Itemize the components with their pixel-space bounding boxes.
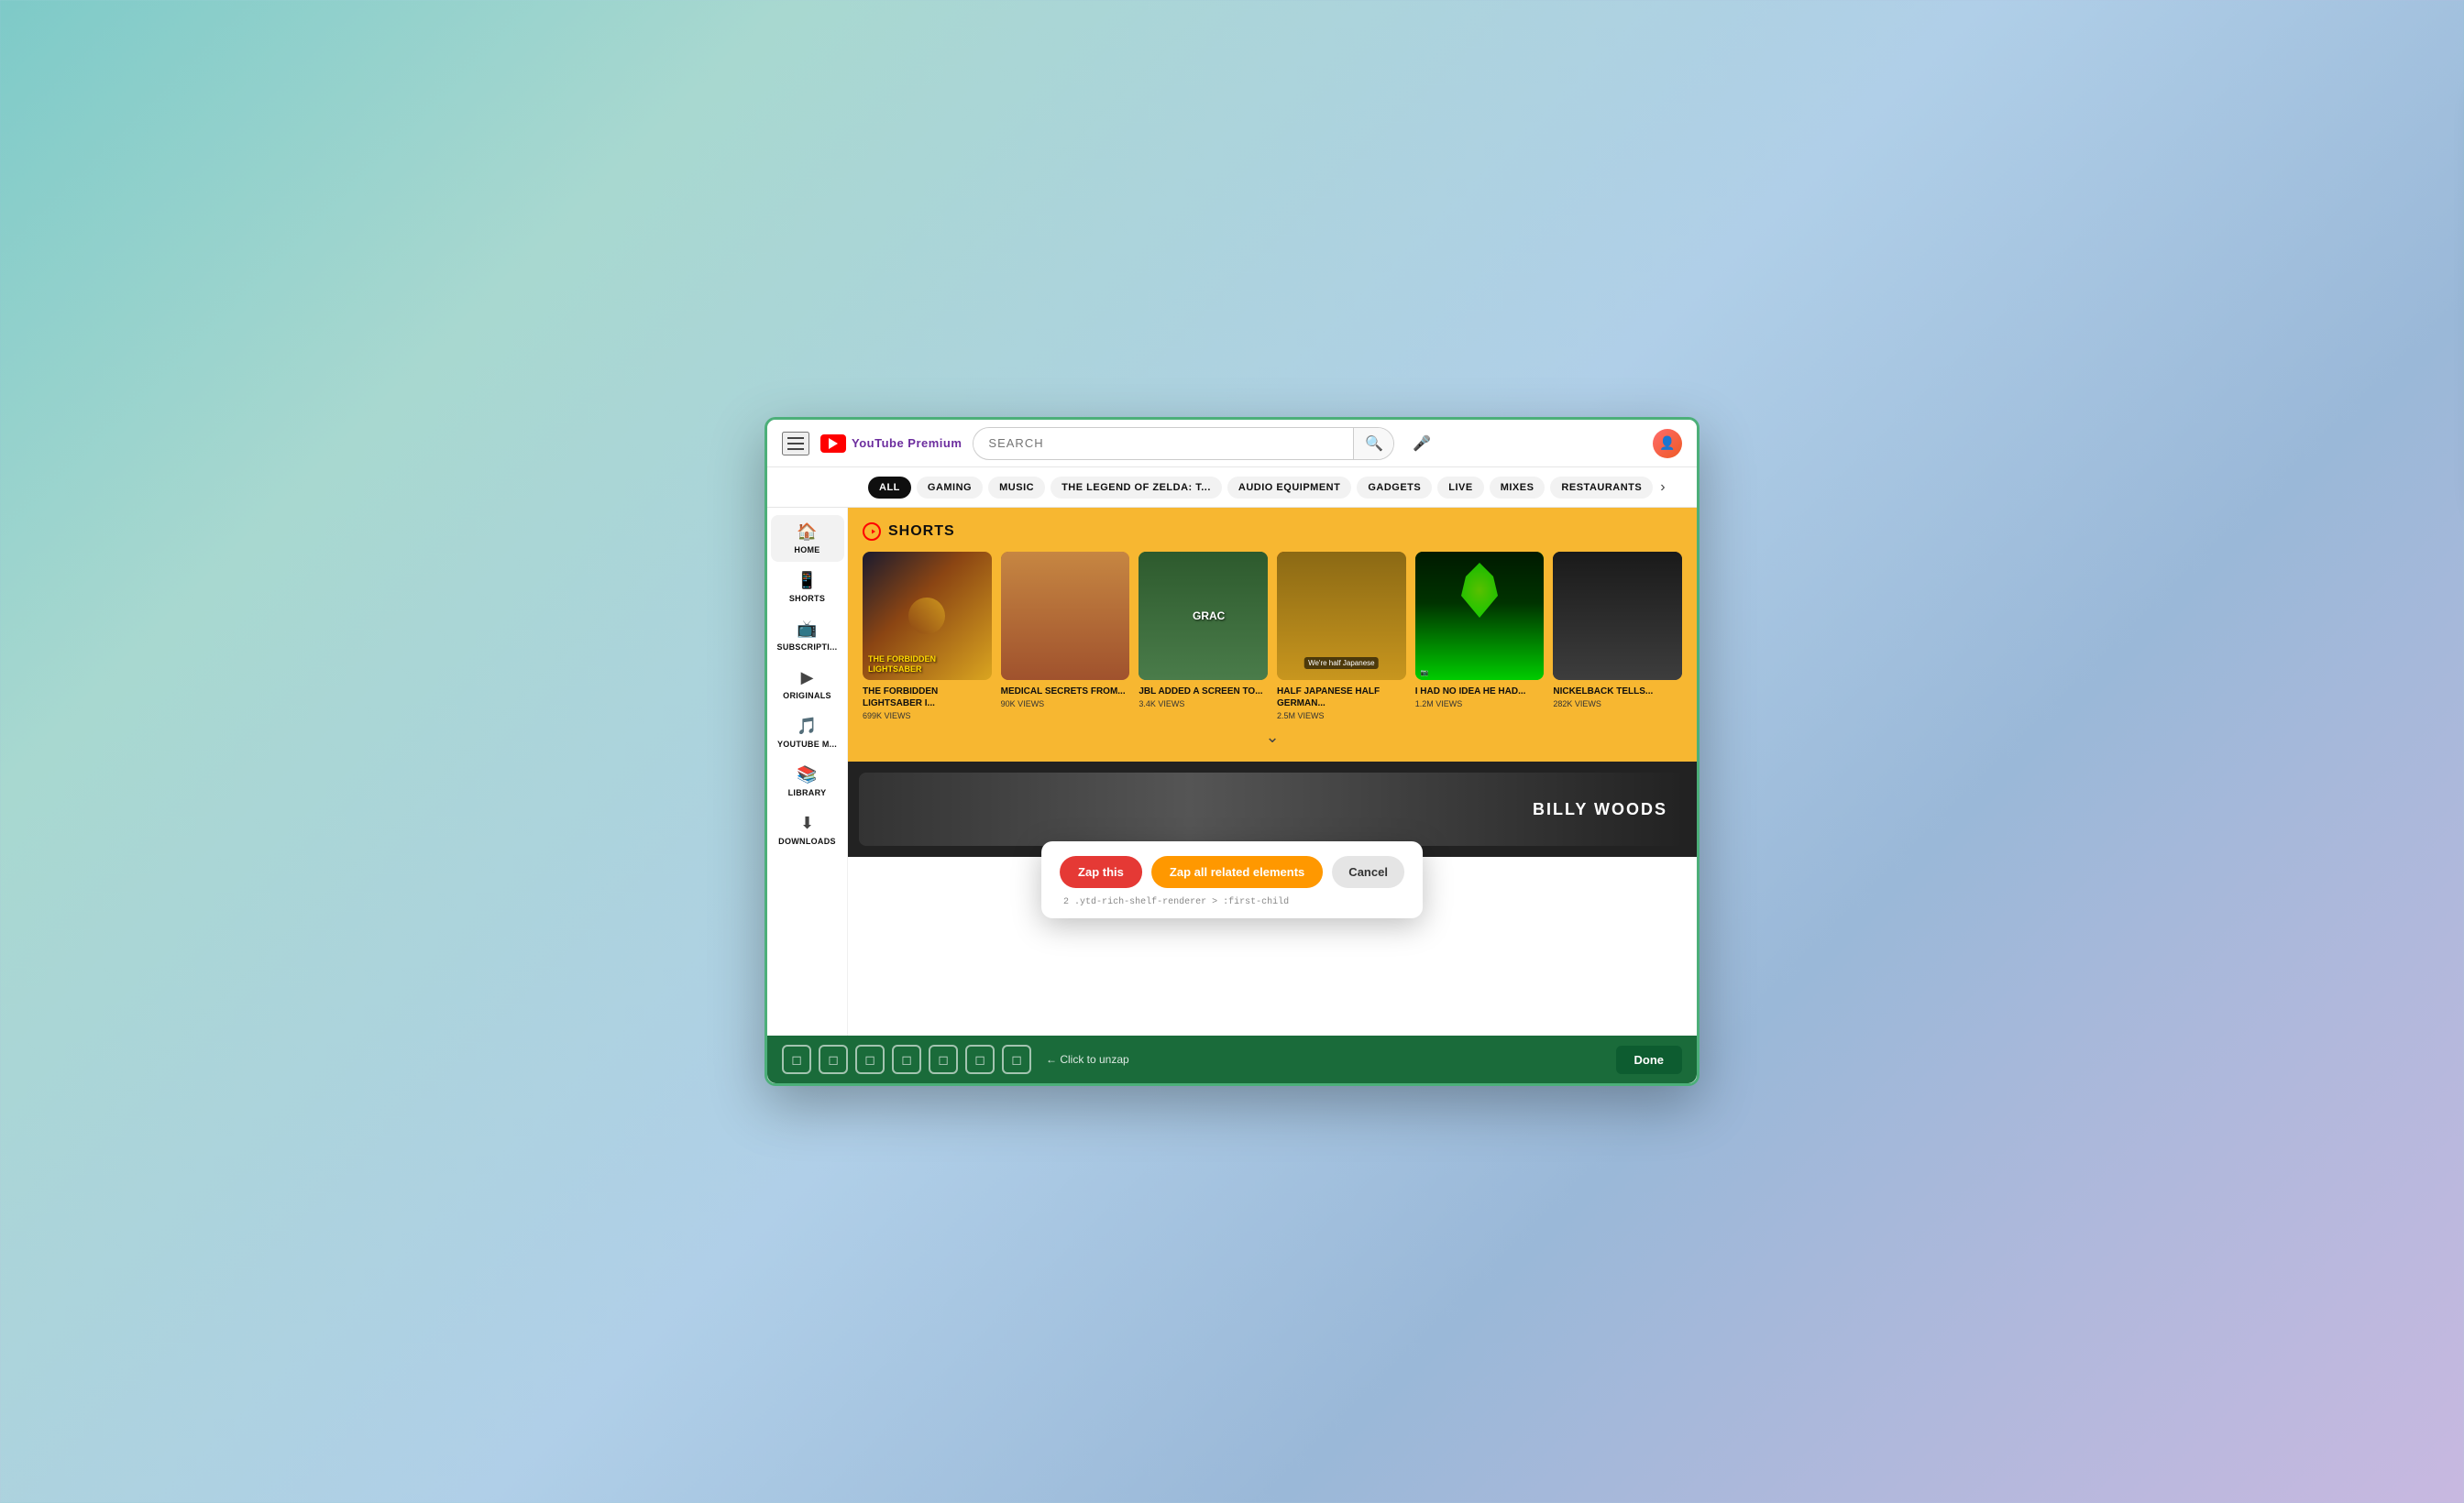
shorts-title: SHORTS xyxy=(888,523,955,540)
content-area: SHORTS THE FORBIDDENLIGHTSABER THE FORBI… xyxy=(848,508,1697,1086)
category-gaming[interactable]: GAMING xyxy=(917,477,983,499)
short-title-4: HALF JAPANESE HALF GERMAN... xyxy=(1277,686,1406,709)
toolbar-zap-icon-3[interactable]: ◻ xyxy=(855,1045,885,1074)
sidebar-item-home[interactable]: 🏠 HOME xyxy=(771,515,844,562)
subscriptions-icon: 📺 xyxy=(797,620,817,639)
short-views-6: 282K VIEWS xyxy=(1553,699,1682,708)
thumb-overlay-3: GraC xyxy=(1144,609,1268,622)
billy-woods-title: BILLY WOODS xyxy=(1533,800,1667,819)
toolbar-zap-icon-6[interactable]: ◻ xyxy=(965,1045,995,1074)
short-thumb-5: 📷 xyxy=(1415,552,1545,680)
shorts-header: SHORTS xyxy=(863,522,1682,541)
expand-shorts[interactable]: ⌄ xyxy=(863,720,1682,747)
sidebar-item-subscriptions[interactable]: 📺 SUBSCRIPTI... xyxy=(771,612,844,659)
short-thumb-4: We're half Japanese xyxy=(1277,552,1406,680)
search-bar: 🔍 xyxy=(973,427,1394,460)
short-views-2: 90K VIEWS xyxy=(1001,699,1130,708)
sidebar-downloads-label: DOWNLOADS xyxy=(778,837,836,846)
camera-overlay: 📷 xyxy=(1421,669,1429,676)
short-title-3: JBL ADDED A SCREEN TO... xyxy=(1138,686,1268,697)
sidebar-originals-label: ORIGINALS xyxy=(783,691,831,700)
search-button[interactable]: 🔍 xyxy=(1353,427,1393,460)
zap-this-button[interactable]: Zap this xyxy=(1060,856,1142,888)
premium-label: YouTube Premium xyxy=(852,436,962,450)
sidebar-library-label: LIBRARY xyxy=(788,788,827,797)
toolbar-zap-icon-2[interactable]: ◻ xyxy=(819,1045,848,1074)
home-icon: 🏠 xyxy=(797,522,817,542)
category-live[interactable]: LIVE xyxy=(1437,477,1483,499)
done-button[interactable]: Done xyxy=(1616,1046,1683,1074)
sidebar-youtube-music-label: YOUTUBE M... xyxy=(777,740,837,749)
logo-area: YouTube Premium xyxy=(820,434,962,453)
library-icon: 📚 xyxy=(797,765,817,784)
short-card-5[interactable]: 📷 I HAD NO IDEA HE HAD... 1.2M VIEWS xyxy=(1415,552,1545,720)
toolbar-zap-icon-4[interactable]: ◻ xyxy=(892,1045,921,1074)
toolbar-zap-icon-7[interactable]: ◻ xyxy=(1002,1045,1031,1074)
short-views-3: 3.4K VIEWS xyxy=(1138,699,1268,708)
thumb-overlay-1: THE FORBIDDENLIGHTSABER xyxy=(868,654,936,675)
category-audio[interactable]: AUDIO EQUIPMENT xyxy=(1227,477,1351,499)
zap-selector-text: 2 .ytd-rich-shelf-renderer > :first-chil… xyxy=(1060,897,1404,907)
short-title-2: MEDICAL SECRETS FROM... xyxy=(1001,686,1130,697)
short-card-2[interactable]: MEDICAL SECRETS FROM... 90K VIEWS xyxy=(1001,552,1130,720)
shorts-grid: THE FORBIDDENLIGHTSABER THE FORBIDDEN LI… xyxy=(863,552,1682,720)
category-restaurants[interactable]: RESTAURANTS xyxy=(1550,477,1653,499)
youtube-logo-icon xyxy=(820,434,846,453)
billy-woods-card[interactable]: BILLY WOODS xyxy=(859,773,1686,846)
shorts-icon: 📱 xyxy=(797,571,817,590)
sidebar-item-shorts[interactable]: 📱 SHORTS xyxy=(771,564,844,610)
main-area: 🏠 HOME 📱 SHORTS 📺 SUBSCRIPTI... ▶ ORIGIN… xyxy=(767,508,1697,1086)
toolbar-zap-icon-1[interactable]: ◻ xyxy=(782,1045,811,1074)
category-mixes[interactable]: MIXES xyxy=(1490,477,1546,499)
category-zelda[interactable]: THE LEGEND OF ZELDA: T... xyxy=(1050,477,1222,499)
short-card-1[interactable]: THE FORBIDDENLIGHTSABER THE FORBIDDEN LI… xyxy=(863,552,992,720)
cancel-button[interactable]: Cancel xyxy=(1332,856,1404,888)
sidebar-item-library[interactable]: 📚 LIBRARY xyxy=(771,758,844,805)
top-bar: YouTube Premium 🔍 🎤 👤 xyxy=(767,420,1697,467)
chevron-down-icon: ⌄ xyxy=(1265,728,1279,747)
category-bar: ALL GAMING MUSIC THE LEGEND OF ZELDA: T.… xyxy=(767,467,1697,508)
category-all[interactable]: ALL xyxy=(868,477,911,499)
short-card-4[interactable]: We're half Japanese HALF JAPANESE HALF G… xyxy=(1277,552,1406,720)
downloads-icon: ⬇ xyxy=(800,814,814,833)
originals-icon: ▶ xyxy=(801,668,814,687)
short-views-1: 699K VIEWS xyxy=(863,711,992,720)
short-card-3[interactable]: GraC JBL ADDED A SCREEN TO... 3.4K VIEWS xyxy=(1138,552,1268,720)
sidebar: 🏠 HOME 📱 SHORTS 📺 SUBSCRIPTI... ▶ ORIGIN… xyxy=(767,508,848,1086)
shorts-section: SHORTS THE FORBIDDENLIGHTSABER THE FORBI… xyxy=(848,508,1697,762)
sidebar-subscriptions-label: SUBSCRIPTI... xyxy=(777,642,838,652)
browser-window: YouTube Premium 🔍 🎤 👤 ALL GAMING MUSIC T… xyxy=(764,417,1700,1086)
sidebar-item-originals[interactable]: ▶ ORIGINALS xyxy=(771,661,844,708)
zap-all-button[interactable]: Zap all related elements xyxy=(1151,856,1323,888)
half-japanese-overlay: We're half Japanese xyxy=(1304,657,1379,669)
zap-buttons-row: Zap this Zap all related elements Cancel xyxy=(1060,856,1404,888)
categories-next-button[interactable]: › xyxy=(1660,479,1665,496)
short-views-4: 2.5M VIEWS xyxy=(1277,711,1406,720)
microphone-button[interactable]: 🎤 xyxy=(1405,431,1438,456)
short-thumb-2 xyxy=(1001,552,1130,680)
hamburger-button[interactable] xyxy=(782,432,809,455)
short-thumb-3: GraC xyxy=(1138,552,1268,680)
short-views-5: 1.2M VIEWS xyxy=(1415,699,1545,708)
youtube-music-icon: 🎵 xyxy=(797,717,817,736)
sidebar-home-label: HOME xyxy=(794,545,820,554)
short-card-6[interactable]: NICKELBACK TELLS... 282K VIEWS xyxy=(1553,552,1682,720)
click-to-unzap-label: ← Click to unzap xyxy=(1046,1053,1129,1066)
sidebar-shorts-label: SHORTS xyxy=(789,594,825,603)
short-thumb-1: THE FORBIDDENLIGHTSABER xyxy=(863,552,992,680)
toolbar-zap-icon-5[interactable]: ◻ xyxy=(929,1045,958,1074)
sidebar-item-youtube-music[interactable]: 🎵 YOUTUBE M... xyxy=(771,709,844,756)
avatar[interactable]: 👤 xyxy=(1653,429,1682,458)
short-title-1: THE FORBIDDEN LIGHTSABER I... xyxy=(863,686,992,709)
sidebar-item-downloads[interactable]: ⬇ DOWNLOADS xyxy=(771,806,844,853)
category-gadgets[interactable]: GADGETS xyxy=(1357,477,1432,499)
short-title-5: I HAD NO IDEA HE HAD... xyxy=(1415,686,1545,697)
zap-popup: Zap this Zap all related elements Cancel… xyxy=(1041,841,1423,918)
category-music[interactable]: MUSIC xyxy=(988,477,1045,499)
shorts-logo-icon xyxy=(863,522,881,541)
short-thumb-6 xyxy=(1553,552,1682,680)
short-title-6: NICKELBACK TELLS... xyxy=(1553,686,1682,697)
bottom-toolbar: ◻ ◻ ◻ ◻ ◻ ◻ ◻ ← Click to unzap Done xyxy=(767,1036,1697,1083)
search-input[interactable] xyxy=(974,436,1353,450)
